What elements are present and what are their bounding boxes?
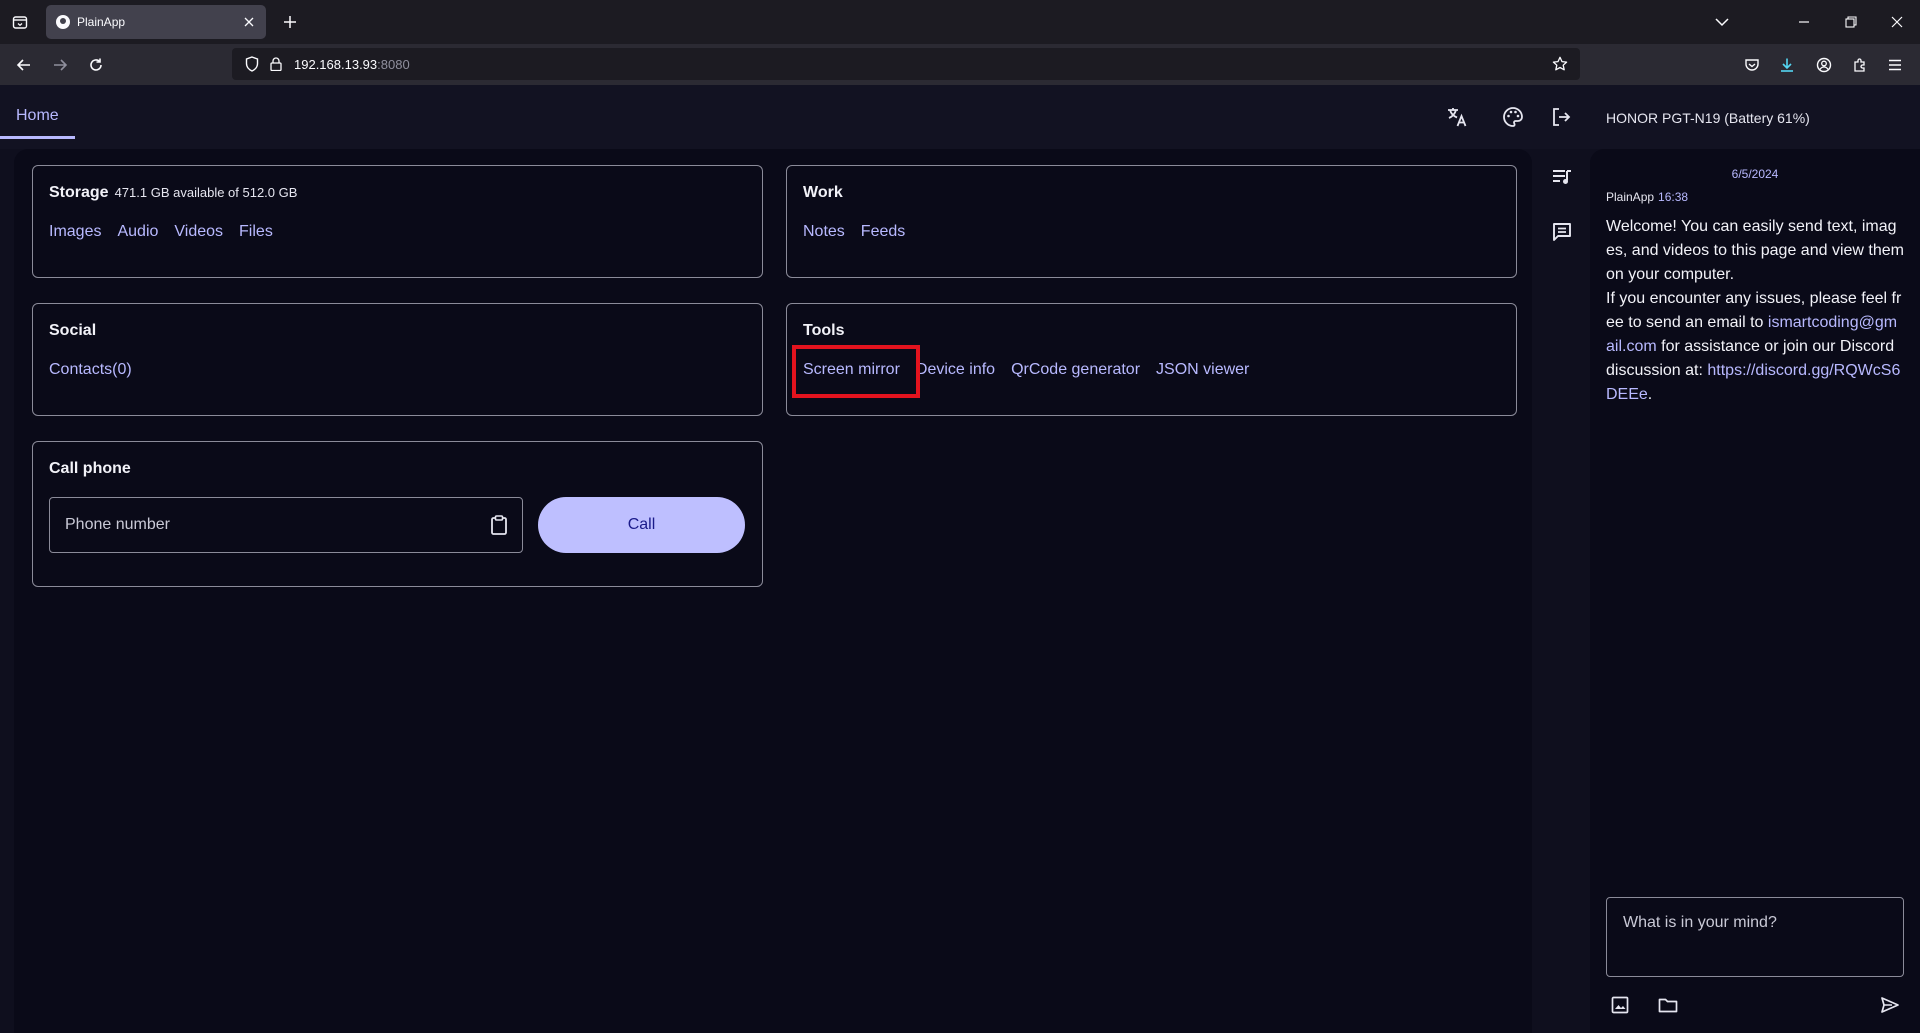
chat-panel: 6/5/2024 PlainApp 16:38 Welcome! You can … — [1590, 149, 1920, 1033]
tools-card: Tools Screen mirror Device info QrCode g… — [786, 303, 1517, 416]
call-phone-title: Call phone — [49, 460, 131, 477]
reload-icon[interactable] — [82, 51, 110, 79]
lock-icon[interactable] — [268, 56, 284, 72]
storage-title-text: Storage — [49, 184, 109, 201]
storage-links: Images Audio Videos Files — [49, 223, 289, 241]
chat-message-text-1: Welcome! You can easily send text, image… — [1606, 218, 1904, 283]
work-title: Work — [803, 184, 843, 201]
chat-date: 6/5/2024 — [1731, 167, 1779, 181]
link-notes[interactable]: Notes — [803, 223, 845, 241]
storage-capacity-text: 471.1 GB available of 512.0 GB — [114, 185, 298, 200]
link-feeds[interactable]: Feeds — [861, 223, 905, 241]
chat-input[interactable] — [1607, 898, 1903, 976]
chat-icon[interactable] — [1548, 218, 1576, 246]
folder-attach-icon[interactable] — [1654, 991, 1682, 1019]
url-text: 192.168.13.93:8080 — [294, 57, 410, 72]
tab-list-icon[interactable] — [8, 10, 32, 34]
link-qrcode-generator[interactable]: QrCode generator — [1011, 361, 1140, 379]
call-button[interactable]: Call — [538, 497, 745, 553]
url-host: 192.168.13.93 — [294, 57, 378, 72]
link-json-viewer[interactable]: JSON viewer — [1156, 361, 1249, 379]
chat-sender: PlainApp 16:38 — [1606, 190, 1688, 204]
social-links: Contacts(0) — [49, 361, 148, 379]
storage-title: Storage 471.1 GB available of 512.0 GB — [49, 184, 297, 202]
link-files[interactable]: Files — [239, 223, 273, 241]
chat-message-time: 16:38 — [1658, 190, 1689, 204]
tools-title: Tools — [803, 322, 845, 339]
shield-icon[interactable] — [244, 56, 260, 72]
close-window-icon[interactable] — [1883, 8, 1911, 36]
storage-card: Storage 471.1 GB available of 512.0 GB Im… — [32, 165, 763, 278]
app-header: Home HONOR PGT-N19 (Battery 61%) — [0, 85, 1920, 149]
menu-hamburger-icon[interactable] — [1883, 53, 1907, 77]
image-attach-icon[interactable] — [1606, 991, 1634, 1019]
home-dashboard: Storage 471.1 GB available of 512.0 GB Im… — [14, 149, 1532, 1033]
device-name: HONOR PGT-N19 (Battery 61%) — [1606, 110, 1810, 126]
chat-message: Welcome! You can easily send text, image… — [1606, 215, 1904, 407]
tab-overflow-chevron-icon[interactable] — [1708, 8, 1736, 36]
browser-nav-bar: 192.168.13.93:8080 — [0, 44, 1920, 85]
link-videos[interactable]: Videos — [174, 223, 223, 241]
link-contacts[interactable]: Contacts(0) — [49, 361, 132, 379]
translate-icon[interactable] — [1443, 103, 1471, 131]
forward-arrow-icon[interactable] — [46, 51, 74, 79]
chat-sender-name: PlainApp — [1606, 190, 1655, 204]
chat-input-field[interactable] — [1606, 897, 1904, 977]
pocket-icon[interactable] — [1740, 53, 1764, 77]
close-tab-icon[interactable] — [240, 13, 258, 31]
link-images[interactable]: Images — [49, 223, 101, 241]
social-card: Social Contacts(0) — [32, 303, 763, 416]
browser-tab-title: PlainApp — [77, 15, 126, 29]
phone-number-field[interactable] — [49, 497, 523, 553]
chat-message-text-end: . — [1647, 386, 1653, 403]
social-title: Social — [49, 322, 97, 339]
new-tab-icon[interactable] — [278, 10, 302, 34]
browser-tab[interactable]: PlainApp — [46, 5, 266, 39]
tab-home[interactable]: Home — [0, 85, 75, 139]
minimize-icon[interactable] — [1790, 8, 1818, 36]
screen-mirror-highlight-box — [792, 345, 920, 398]
back-arrow-icon[interactable] — [10, 51, 38, 79]
bookmark-star-icon[interactable] — [1552, 56, 1568, 72]
tab-home-label: Home — [16, 107, 59, 124]
url-port: :8080 — [377, 57, 410, 72]
browser-tab-bar: PlainApp — [0, 0, 1920, 44]
palette-icon[interactable] — [1499, 103, 1527, 131]
download-icon[interactable] — [1775, 53, 1799, 77]
call-phone-card: Call phone Call — [32, 441, 763, 587]
work-card: Work Notes Feeds — [786, 165, 1517, 278]
restore-icon[interactable] — [1837, 8, 1865, 36]
work-links: Notes Feeds — [803, 223, 921, 241]
link-audio[interactable]: Audio — [117, 223, 158, 241]
playlist-icon[interactable] — [1548, 163, 1576, 191]
phone-number-input[interactable] — [50, 498, 480, 552]
link-device-info[interactable]: Device info — [916, 361, 995, 379]
extensions-icon[interactable] — [1848, 53, 1872, 77]
clipboard-paste-icon[interactable] — [488, 514, 510, 536]
send-icon[interactable] — [1876, 991, 1904, 1019]
account-icon[interactable] — [1812, 53, 1836, 77]
url-bar[interactable]: 192.168.13.93:8080 — [232, 48, 1580, 80]
logout-icon[interactable] — [1547, 103, 1575, 131]
plainapp-favicon-icon — [56, 15, 70, 29]
